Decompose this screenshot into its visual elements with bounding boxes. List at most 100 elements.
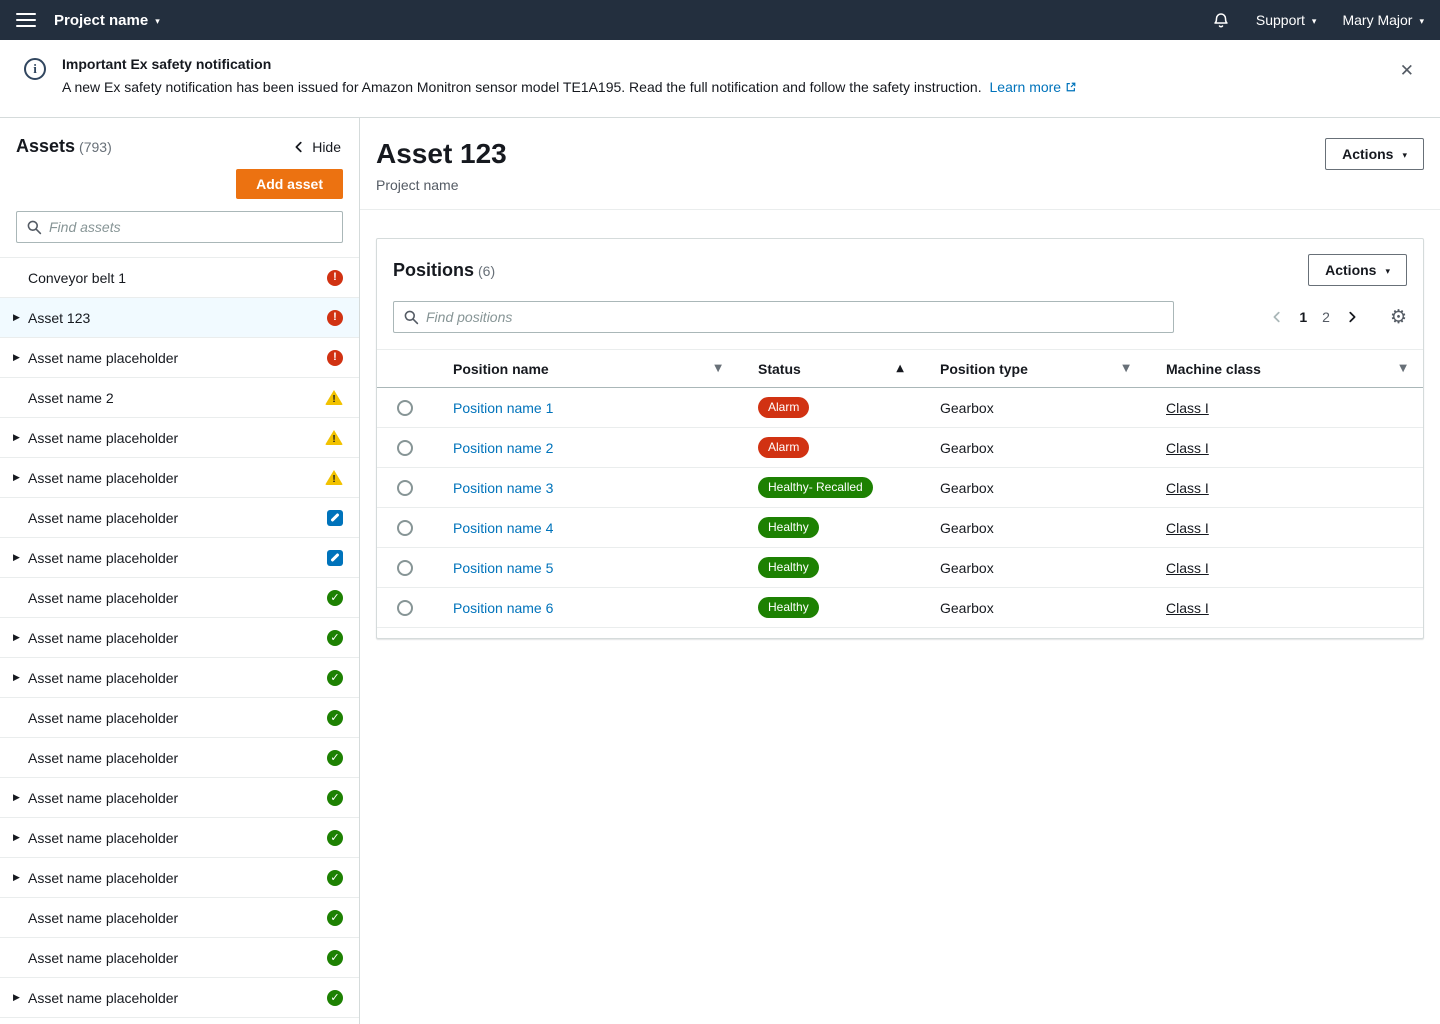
- project-name-menu[interactable]: Project name ▾: [54, 12, 160, 29]
- asset-list-item[interactable]: ▶ Asset name placeholder: [0, 778, 359, 818]
- chevron-down-icon: ▾: [1402, 151, 1407, 160]
- asset-name-label: Asset name placeholder: [28, 950, 327, 966]
- expand-caret-icon[interactable]: ▶: [13, 472, 28, 483]
- expand-caret-icon[interactable]: ▶: [13, 632, 28, 643]
- learn-more-link[interactable]: Learn more: [990, 79, 1062, 95]
- expand-caret-icon[interactable]: ▶: [13, 832, 28, 843]
- asset-list-item[interactable]: ▶ Asset name placeholder: [0, 578, 359, 618]
- asset-status-icon: [327, 790, 343, 806]
- position-name-link[interactable]: Position name 4: [453, 520, 553, 536]
- position-table-row: Position name 1 Alarm Gearbox Class I: [377, 388, 1423, 428]
- asset-list-item[interactable]: ▶ Asset name placeholder: [0, 738, 359, 778]
- position-name-link[interactable]: Position name 5: [453, 560, 553, 576]
- row-radio-button[interactable]: [397, 520, 413, 536]
- support-menu[interactable]: Support ▾: [1256, 12, 1317, 28]
- position-name-link[interactable]: Position name 2: [453, 440, 553, 456]
- position-name-link[interactable]: Position name 6: [453, 600, 553, 616]
- asset-name-label: Asset name placeholder: [28, 430, 325, 446]
- filter-caret-icon[interactable]: ▼: [1122, 363, 1130, 374]
- column-header-position-name[interactable]: Position name ▼: [433, 361, 738, 377]
- previous-page-button[interactable]: [1270, 310, 1284, 324]
- filter-caret-icon[interactable]: ▼: [714, 363, 722, 374]
- asset-actions-button[interactable]: Actions ▾: [1325, 138, 1424, 170]
- positions-count: (6): [478, 263, 495, 279]
- machine-class-link[interactable]: Class I: [1166, 480, 1209, 496]
- positions-card: Positions(6) Actions ▾ 1 2: [376, 238, 1424, 639]
- asset-list-item[interactable]: ▶ Asset name placeholder: [0, 538, 359, 578]
- machine-class-link[interactable]: Class I: [1166, 560, 1209, 576]
- asset-list-item[interactable]: ▶ Asset name 2: [0, 378, 359, 418]
- column-header-position-type[interactable]: Position type ▼: [920, 361, 1146, 377]
- row-select-cell: [377, 600, 433, 616]
- asset-status-icon: [327, 710, 343, 726]
- filter-caret-icon[interactable]: ▼: [1399, 363, 1407, 374]
- asset-list-item[interactable]: ▶ Asset name placeholder: [0, 658, 359, 698]
- asset-list-item[interactable]: ▶ Asset name placeholder: [0, 498, 359, 538]
- column-header-machine-class[interactable]: Machine class ▼: [1146, 361, 1423, 377]
- asset-list-item[interactable]: ▶ Asset name placeholder: [0, 458, 359, 498]
- expand-caret-icon[interactable]: ▶: [13, 352, 28, 363]
- position-type-cell: Gearbox: [920, 400, 1146, 416]
- position-name-link[interactable]: Position name 1: [453, 400, 553, 416]
- page-1-button[interactable]: 1: [1299, 309, 1307, 325]
- row-radio-button[interactable]: [397, 560, 413, 576]
- notifications-bell-icon[interactable]: [1212, 11, 1230, 29]
- asset-status-icon: [327, 630, 343, 646]
- asset-status-icon: [327, 950, 343, 966]
- menu-hamburger-icon[interactable]: [16, 13, 36, 27]
- status-cell: Healthy- Recalled: [738, 477, 920, 497]
- row-radio-button[interactable]: [397, 400, 413, 416]
- asset-list-item[interactable]: ▶ Asset name placeholder: [0, 618, 359, 658]
- expand-caret-icon[interactable]: ▶: [13, 792, 28, 803]
- close-icon[interactable]: ✕: [1400, 62, 1414, 79]
- row-select-cell: [377, 560, 433, 576]
- asset-name-label: Asset name placeholder: [28, 910, 327, 926]
- chevron-left-icon: [1270, 310, 1284, 324]
- next-page-button[interactable]: [1345, 310, 1359, 324]
- page-2-button[interactable]: 2: [1322, 309, 1330, 325]
- position-name-link[interactable]: Position name 3: [453, 480, 553, 496]
- asset-status-icon: [327, 590, 343, 606]
- asset-list-item[interactable]: ▶ Asset name placeholder: [0, 898, 359, 938]
- expand-caret-icon[interactable]: ▶: [13, 312, 28, 323]
- machine-class-link[interactable]: Class I: [1166, 440, 1209, 456]
- asset-name-label: Asset name 2: [28, 390, 325, 406]
- expand-caret-icon[interactable]: ▶: [13, 872, 28, 883]
- asset-list-item[interactable]: ▶ Asset 123: [0, 298, 359, 338]
- hide-panel-button[interactable]: Hide: [292, 139, 341, 155]
- expand-caret-icon[interactable]: ▶: [13, 672, 28, 683]
- asset-list-item[interactable]: ▶ Asset name placeholder: [0, 818, 359, 858]
- assets-sidebar: Assets(793) Hide Add asset ▶ Conveyor be…: [0, 118, 360, 1024]
- status-badge: Alarm: [758, 437, 809, 457]
- positions-actions-button[interactable]: Actions ▾: [1308, 254, 1407, 286]
- expand-caret-icon[interactable]: ▶: [13, 992, 28, 1003]
- machine-class-link[interactable]: Class I: [1166, 520, 1209, 536]
- asset-list-item[interactable]: ▶ Asset name placeholder: [0, 938, 359, 978]
- status-cell: Alarm: [738, 437, 920, 457]
- add-asset-button[interactable]: Add asset: [236, 169, 343, 199]
- status-cell: Healthy: [738, 557, 920, 577]
- machine-class-link[interactable]: Class I: [1166, 600, 1209, 616]
- asset-list-item[interactable]: ▶ Asset name placeholder: [0, 978, 359, 1018]
- position-name-cell: Position name 2: [433, 440, 738, 456]
- asset-list-item[interactable]: ▶ Asset name placeholder: [0, 418, 359, 458]
- find-positions-input[interactable]: [393, 301, 1174, 333]
- asset-list-item[interactable]: ▶ Asset name placeholder: [0, 858, 359, 898]
- sort-ascending-icon[interactable]: ▲: [896, 363, 904, 374]
- expand-caret-icon[interactable]: ▶: [13, 432, 28, 443]
- asset-list-item[interactable]: ▶ Conveyor belt 1: [0, 258, 359, 298]
- chevron-left-icon: [292, 140, 306, 154]
- asset-status-icon: [327, 510, 343, 526]
- row-radio-button[interactable]: [397, 440, 413, 456]
- row-radio-button[interactable]: [397, 480, 413, 496]
- asset-list-item[interactable]: ▶ Asset name placeholder: [0, 698, 359, 738]
- settings-gear-icon[interactable]: ⚙: [1390, 308, 1407, 327]
- asset-list-item[interactable]: ▶ Asset name placeholder: [0, 338, 359, 378]
- user-menu[interactable]: Mary Major ▾: [1342, 12, 1424, 28]
- expand-caret-icon[interactable]: ▶: [13, 552, 28, 563]
- row-radio-button[interactable]: [397, 600, 413, 616]
- machine-class-link[interactable]: Class I: [1166, 400, 1209, 416]
- find-assets-input[interactable]: [16, 211, 343, 243]
- column-header-status[interactable]: Status ▲: [738, 361, 920, 377]
- asset-name-label: Asset name placeholder: [28, 470, 325, 486]
